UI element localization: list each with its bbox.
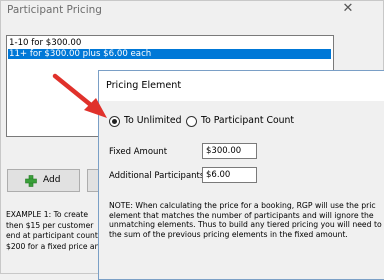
pricing-element-dialog: Pricing Element To Unlimited To Particip… [98, 70, 384, 280]
note-text: NOTE: When calculating the price for a b… [109, 201, 384, 240]
radio-to-participant-count[interactable] [186, 116, 197, 127]
radio-to-unlimited-label[interactable]: To Unlimited [124, 115, 182, 126]
radio-to-unlimited[interactable] [109, 116, 120, 127]
window-title: Participant Pricing [7, 4, 102, 16]
note-line: unmatching elements. Thus to build any t… [109, 220, 384, 230]
fixed-amount-field[interactable]: $300.00 [202, 143, 257, 159]
additional-participants-label: Additional Participants [109, 171, 205, 181]
example-line: $200 for a fixed price and [6, 241, 98, 251]
example-line: end at participant count [6, 231, 98, 241]
close-icon[interactable]: ✕ [341, 0, 355, 18]
plus-icon [25, 175, 37, 187]
additional-participants-field[interactable]: $6.00 [202, 167, 257, 183]
radio-to-participant-count-label[interactable]: To Participant Count [201, 115, 294, 126]
example-line: then $15 per customer [6, 220, 94, 230]
example-line: EXAMPLE 1: To create [6, 210, 89, 219]
add-button[interactable]: Add [7, 169, 80, 192]
example-text: EXAMPLE 1: To create then $15 per custom… [6, 210, 98, 252]
add-button-label: Add [43, 175, 61, 185]
fixed-amount-label: Fixed Amount [109, 147, 168, 157]
list-item-selected[interactable]: 11+ for $300.00 plus $6.00 each [8, 49, 331, 59]
note-line: the sum of the previous pricing elements… [109, 230, 348, 240]
list-item[interactable]: 1-10 for $300.00 [9, 38, 81, 48]
note-line: element that matches the number of parti… [109, 210, 374, 220]
note-line: NOTE: When calculating the price for a b… [109, 201, 376, 210]
dialog-title: Pricing Element [106, 80, 182, 91]
